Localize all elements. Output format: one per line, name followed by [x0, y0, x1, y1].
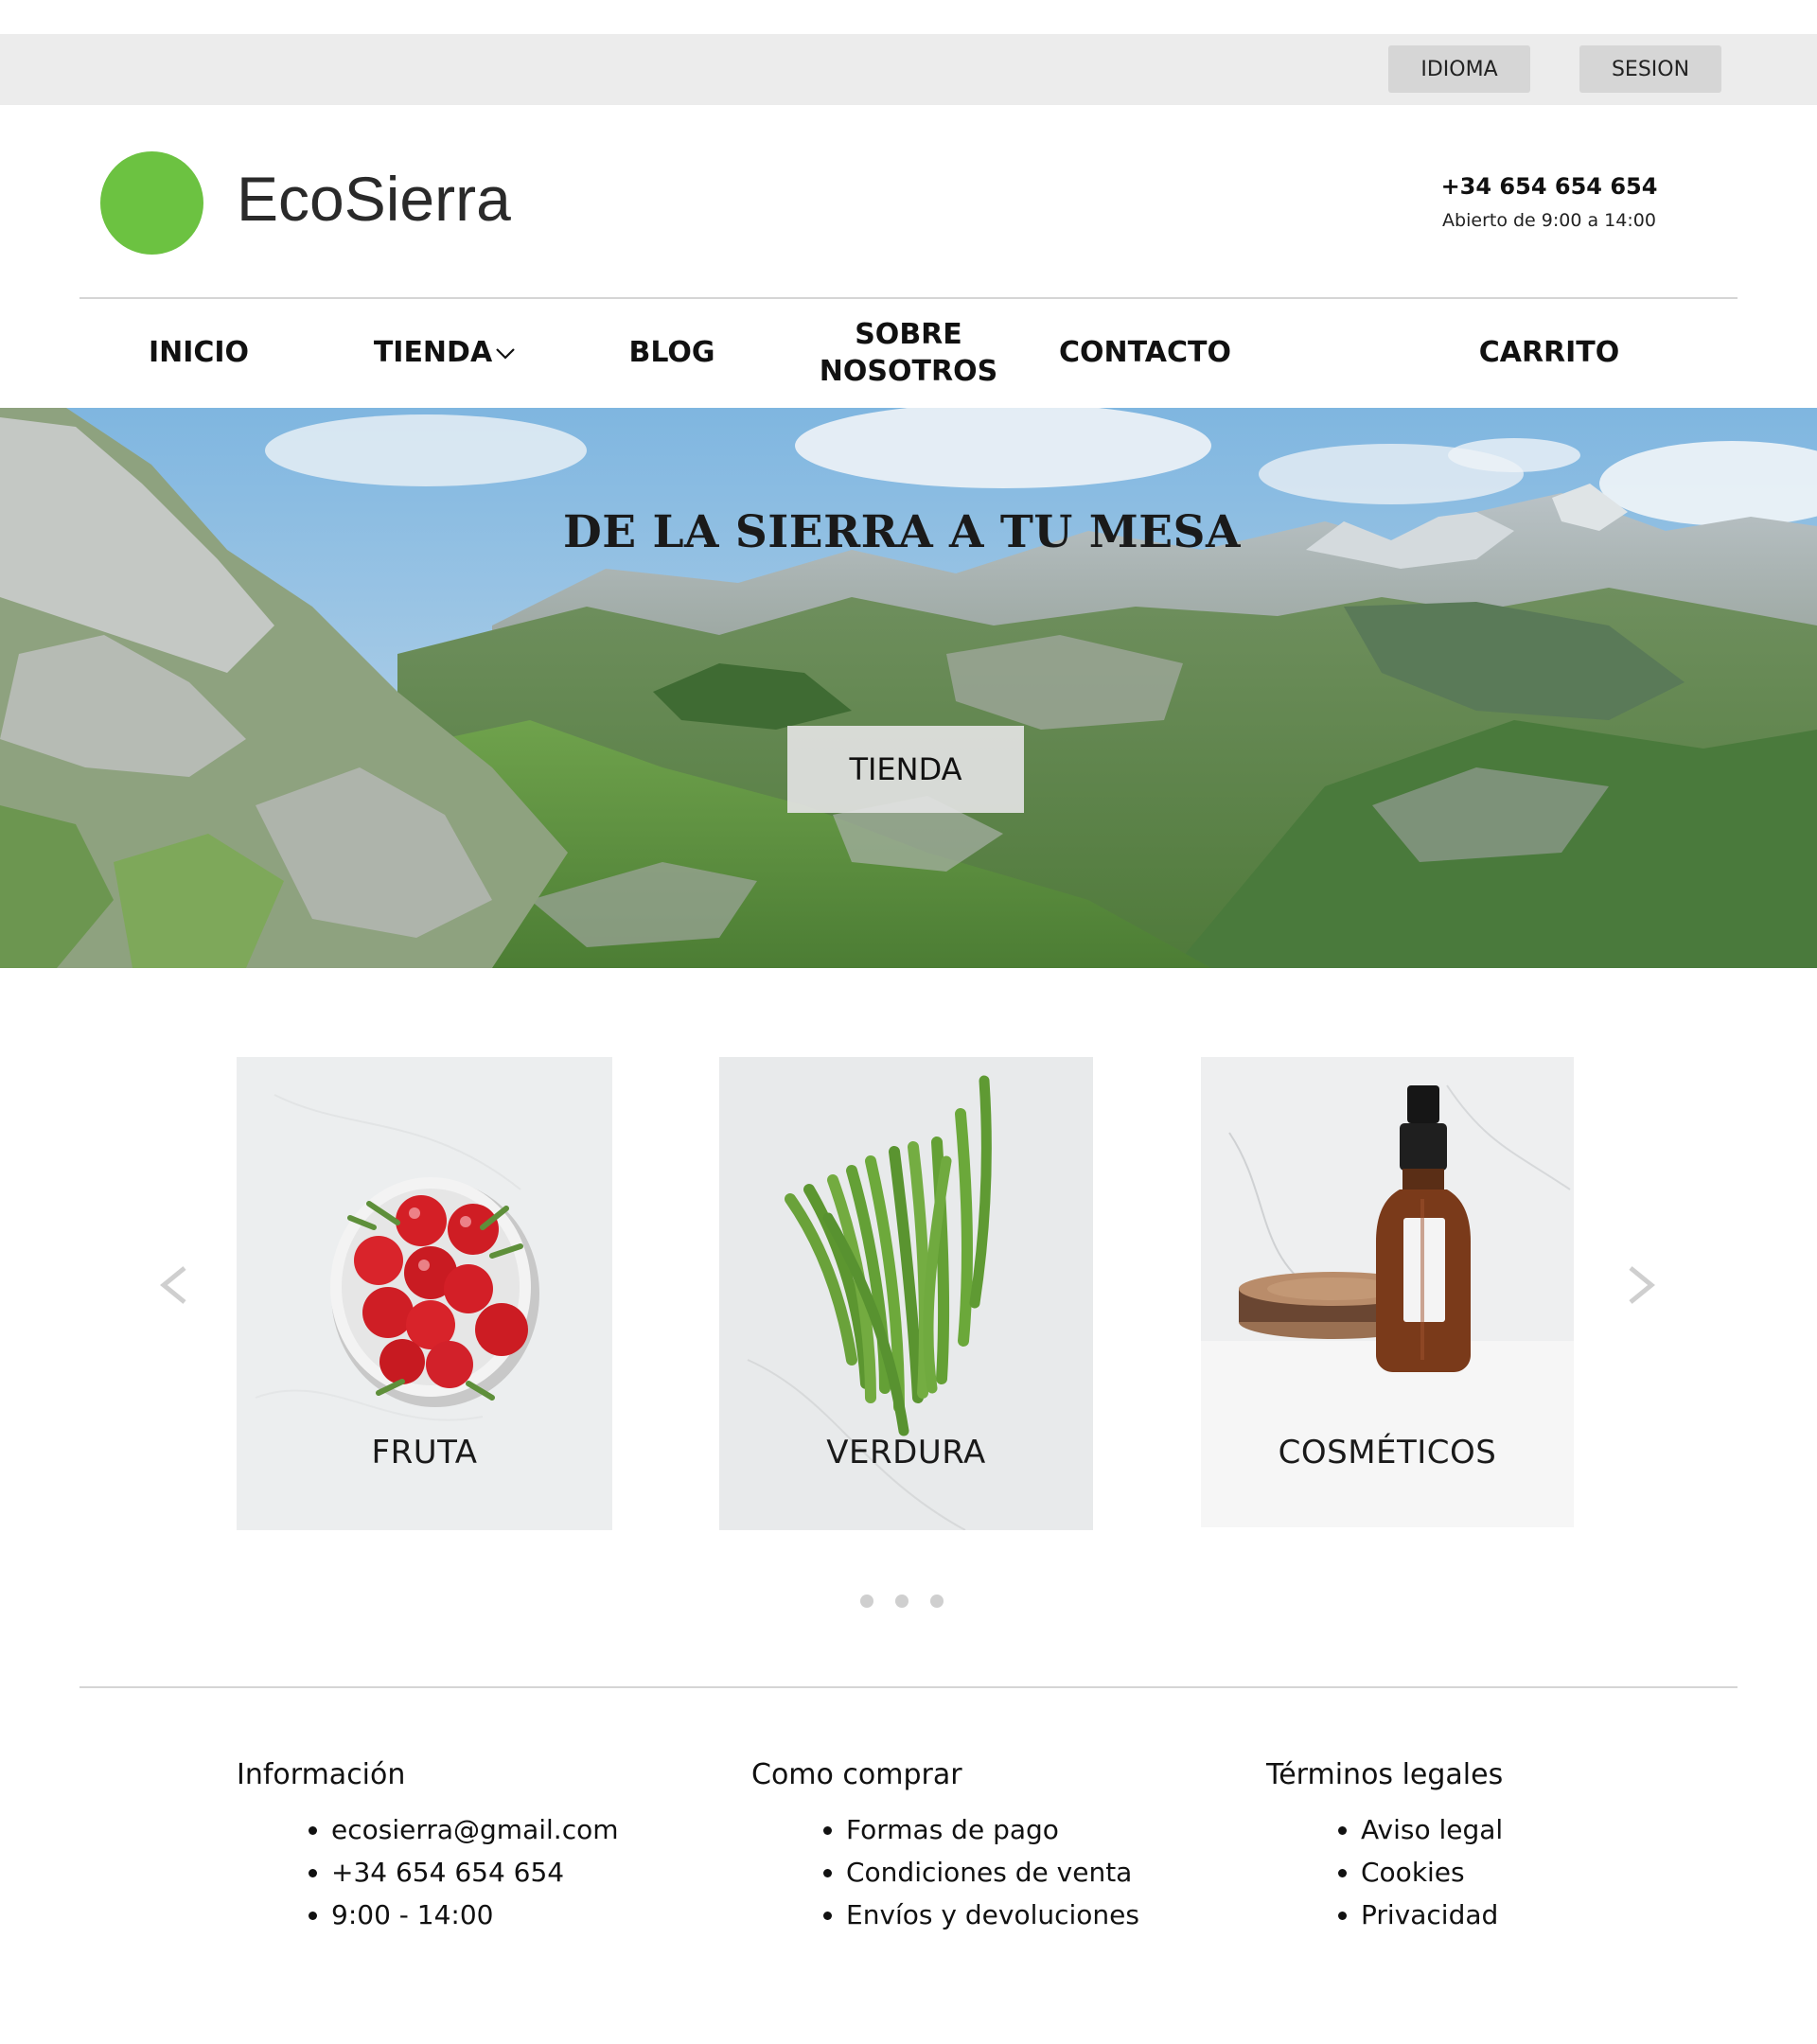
- footer-info-list: ecosierra@gmail.com +34 654 654 654 9:00…: [303, 1808, 619, 1936]
- footer-legal-list: Aviso legal Cookies Privacidad: [1332, 1808, 1503, 1936]
- footer-divider: [79, 1686, 1738, 1688]
- header-phone: +34 654 654 654: [1440, 173, 1658, 200]
- category-label: FRUTA: [371, 1434, 478, 1471]
- header-hours: Abierto de 9:00 a 14:00: [1442, 210, 1656, 231]
- chevron-down-icon: [496, 347, 515, 360]
- footer-email[interactable]: ecosierra@gmail.com: [331, 1808, 619, 1851]
- footer-link-legal-notice[interactable]: Aviso legal: [1361, 1808, 1503, 1851]
- top-bar: [0, 34, 1817, 105]
- footer-info-title: Información: [237, 1758, 406, 1791]
- brand-name[interactable]: EcoSierra: [237, 163, 511, 235]
- nav-sobre-line1: SOBRE: [855, 318, 962, 351]
- footer-link-conditions[interactable]: Condiciones de venta: [846, 1851, 1139, 1894]
- chevron-left-icon[interactable]: [156, 1259, 190, 1312]
- footer-link-privacy[interactable]: Privacidad: [1361, 1894, 1503, 1936]
- footer-how-title: Como comprar: [751, 1758, 962, 1791]
- category-card-cosmeticos[interactable]: COSMÉTICOS: [1201, 1057, 1574, 1527]
- nav-sobre-nosotros[interactable]: SOBRE NOSOTROS: [795, 316, 1022, 390]
- nav-blog[interactable]: BLOG: [606, 334, 738, 371]
- category-card-fruta[interactable]: FRUTA: [237, 1057, 612, 1530]
- nav-tienda-label: TIENDA: [373, 336, 493, 369]
- nav-sobre-line2: NOSOTROS: [819, 355, 998, 388]
- footer-how-list: Formas de pago Condiciones de venta Enví…: [818, 1808, 1139, 1936]
- carousel-dot-3[interactable]: [930, 1595, 944, 1608]
- hero-shop-button[interactable]: TIENDA: [787, 726, 1024, 813]
- session-button[interactable]: SESION: [1579, 45, 1721, 93]
- hero-banner: [0, 408, 1817, 968]
- footer-link-cookies[interactable]: Cookies: [1361, 1851, 1503, 1894]
- footer-legal-title: Términos legales: [1266, 1758, 1504, 1791]
- nav-contacto[interactable]: CONTACTO: [1032, 334, 1259, 371]
- footer-link-shipping[interactable]: Envíos y devoluciones: [846, 1894, 1139, 1936]
- footer-legal: Términos legales Aviso legal Cookies Pri…: [1266, 1758, 1503, 1936]
- logo[interactable]: [100, 151, 203, 255]
- category-label: VERDURA: [826, 1434, 986, 1471]
- footer-phone[interactable]: +34 654 654 654: [331, 1851, 619, 1894]
- hero-title: DE LA SIERRA A TU MESA: [563, 506, 1241, 558]
- category-label: COSMÉTICOS: [1278, 1434, 1497, 1471]
- carousel-dot-1[interactable]: [860, 1595, 873, 1608]
- nav-inicio[interactable]: INICIO: [132, 334, 265, 371]
- nav-tienda[interactable]: TIENDA: [369, 334, 520, 371]
- footer-hours: 9:00 - 14:00: [331, 1894, 619, 1936]
- chevron-right-icon[interactable]: [1625, 1259, 1659, 1312]
- header-divider: [79, 297, 1738, 299]
- language-button[interactable]: IDIOMA: [1388, 45, 1530, 93]
- footer-info: Información ecosierra@gmail.com +34 654 …: [237, 1758, 619, 1936]
- mountain-landscape-image: [0, 408, 1817, 968]
- nav-carrito[interactable]: CARRITO: [1438, 334, 1660, 371]
- category-card-verdura[interactable]: VERDURA: [719, 1057, 1093, 1530]
- footer-how-to-buy: Como comprar Formas de pago Condiciones …: [751, 1758, 1139, 1936]
- footer-link-payment[interactable]: Formas de pago: [846, 1808, 1139, 1851]
- carousel-dot-2[interactable]: [895, 1595, 908, 1608]
